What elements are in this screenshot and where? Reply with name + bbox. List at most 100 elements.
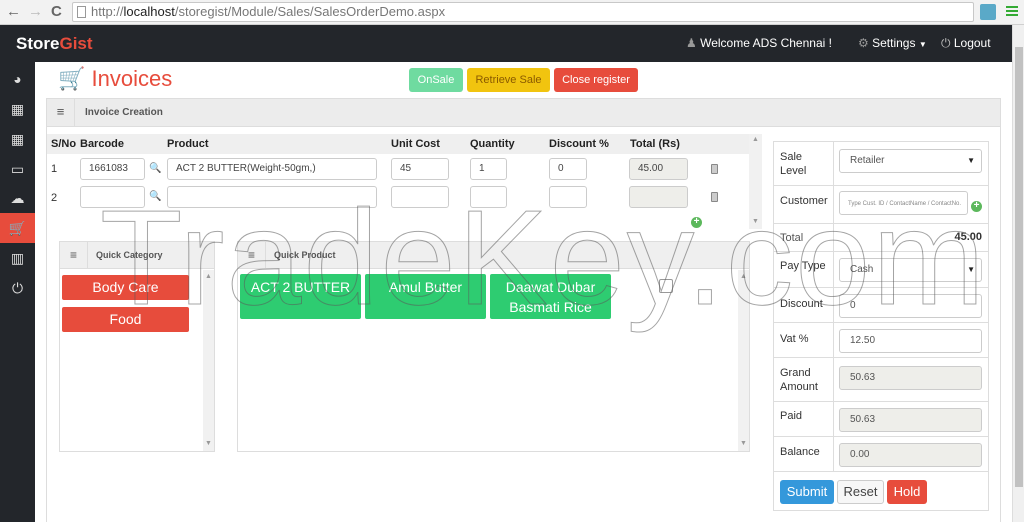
sidebar-item-download[interactable]: ☁	[0, 183, 35, 213]
barcode-input[interactable]	[80, 186, 145, 208]
sale-level-label: Sale Level	[780, 151, 807, 177]
logout-link[interactable]: ⏻ Logout	[941, 36, 991, 51]
total-field: 45.00	[629, 158, 688, 180]
total-label: Total	[780, 232, 804, 244]
product-button[interactable]: ACT 2 BUTTER	[240, 274, 361, 319]
page-scrollbar[interactable]	[1012, 25, 1024, 522]
page-title-text: Invoices	[91, 66, 173, 91]
scroll-down-icon[interactable]: ▼	[740, 440, 747, 447]
sidebar-item-grid-2[interactable]: ▦	[0, 124, 35, 154]
sidebar-item-grid-1[interactable]: ▦	[0, 94, 35, 124]
vat-input[interactable]: 12.50	[839, 329, 982, 353]
product-button[interactable]: Daawat Dubar Basmati Rice	[490, 274, 611, 319]
add-customer-icon[interactable]: +	[971, 201, 982, 212]
search-icon[interactable]: 🔍	[149, 163, 161, 174]
customer-input[interactable]: Type Cust. ID / ContactName / ContactNo.	[839, 191, 968, 215]
category-button[interactable]: Body Care	[62, 275, 189, 300]
scroll-up-icon[interactable]: ▲	[205, 273, 212, 280]
page-title: 🛒 Invoices	[58, 66, 172, 92]
scroll-up-icon[interactable]: ▲	[740, 273, 747, 280]
welcome-user[interactable]: ♟ Welcome ADS Chennai !	[686, 36, 832, 50]
settings-dropdown[interactable]: ⚙ Settings ▼	[858, 36, 927, 50]
onsale-button[interactable]: OnSale	[409, 68, 463, 92]
quick-product-header: ≡ Quick Product	[238, 242, 749, 269]
col-discount: Discount %	[549, 138, 609, 150]
col-sno: S/No	[51, 138, 77, 150]
discount-input[interactable]	[549, 186, 587, 208]
add-row-icon[interactable]: +	[691, 217, 702, 228]
sale-level-value: Retailer	[850, 155, 885, 166]
table-header: S/No Barcode Product Unit Cost Quantity …	[47, 134, 749, 154]
grid-icon: ▦	[10, 131, 25, 147]
scrollbar-thumb[interactable]	[1015, 47, 1023, 487]
balance-field: 0.00	[839, 443, 982, 467]
product-scrollbar[interactable]: ▲ ▼	[738, 270, 749, 451]
caret-down-icon: ▼	[967, 265, 975, 274]
back-icon[interactable]: ←	[6, 3, 21, 21]
paid-row: Paid 50.63	[774, 402, 988, 437]
discount-input[interactable]: 0	[839, 294, 982, 318]
inbox-icon: ▭	[10, 161, 25, 177]
sidebar-item-dashboard[interactable]: ◕	[0, 64, 35, 94]
product-button[interactable]: Amul Butter	[365, 274, 486, 319]
grand-amount-field: 50.63	[839, 366, 982, 390]
sidebar-item-inbox[interactable]: ▭	[0, 154, 35, 184]
sidebar-item-reports[interactable]: ▥	[0, 243, 35, 273]
reload-icon[interactable]: C	[51, 3, 62, 21]
balance-row: Balance 0.00	[774, 437, 988, 472]
list-icon[interactable]: ≡	[60, 242, 88, 268]
customer-placeholder: Type Cust. ID / ContactName / ContactNo.	[848, 201, 962, 207]
caret-down-icon: ▼	[967, 156, 975, 165]
address-bar[interactable]: http://localhost/storegist/Module/Sales/…	[72, 2, 974, 22]
delete-row-icon[interactable]	[711, 164, 718, 174]
paid-label: Paid	[780, 410, 803, 422]
category-button[interactable]: Food	[62, 307, 189, 332]
discount-input[interactable]: 0	[549, 158, 587, 180]
invoice-table: S/No Barcode Product Unit Cost Quantity …	[47, 134, 762, 229]
settings-label: Settings	[872, 36, 916, 50]
url-prefix: http://	[91, 4, 124, 19]
grand-amount-label: Grand Amount	[780, 367, 818, 393]
unit-cost-input[interactable]	[391, 186, 449, 208]
sidebar-item-sales[interactable]: 🛒	[0, 213, 35, 243]
row-sno: 1	[51, 163, 58, 175]
hold-button[interactable]: Hold	[887, 480, 927, 504]
list-icon[interactable]: ≡	[47, 99, 75, 126]
pay-type-label: Pay Type	[780, 260, 826, 272]
unit-cost-input[interactable]: 45	[391, 158, 449, 180]
col-quantity: Quantity	[470, 138, 515, 150]
reset-button[interactable]: Reset	[837, 480, 884, 504]
product-input[interactable]	[167, 186, 377, 208]
table-scrollbar[interactable]: ▲ ▼	[749, 134, 762, 229]
category-scrollbar[interactable]: ▲ ▼	[203, 270, 214, 451]
col-unit-cost: Unit Cost	[391, 138, 440, 150]
quantity-input[interactable]	[470, 186, 507, 208]
quick-product-box: ≡ Quick Product ACT 2 BUTTER Amul Butter…	[237, 241, 750, 452]
sidebar-item-power[interactable]: ⏻	[0, 273, 35, 303]
extension-icon[interactable]	[980, 4, 996, 20]
scroll-down-icon[interactable]: ▼	[752, 218, 759, 225]
scroll-up-icon[interactable]: ▲	[752, 136, 759, 143]
browser-toolbar: ← → C http://localhost/storegist/Module/…	[0, 0, 1024, 25]
quantity-input[interactable]: 1	[470, 158, 507, 180]
sale-level-select[interactable]: Retailer ▼	[839, 149, 982, 173]
customer-label: Customer	[780, 195, 828, 207]
submit-button[interactable]: Submit	[780, 480, 834, 504]
retrieve-sale-button[interactable]: Retrieve Sale	[467, 68, 550, 92]
barcode-input[interactable]: 1661083	[80, 158, 145, 180]
brand-logo[interactable]: StoreGist	[16, 34, 93, 54]
search-icon[interactable]: 🔍	[149, 191, 161, 202]
close-register-button[interactable]: Close register	[554, 68, 638, 92]
quick-category-box: ≡ Quick Category Body Care Food ▲ ▼	[59, 241, 215, 452]
total-row: Total 45.00	[774, 224, 988, 252]
forward-icon[interactable]: →	[28, 3, 43, 21]
product-input[interactable]: ACT 2 BUTTER(Weight-50gm,)	[167, 158, 377, 180]
menu-icon[interactable]	[1006, 6, 1018, 8]
delete-row-icon[interactable]	[711, 192, 718, 202]
list-icon[interactable]: ≡	[238, 242, 266, 268]
sidebar: ◕ ▦ ▦ ▭ ☁ 🛒 ▥ ⏻	[0, 62, 35, 522]
scroll-down-icon[interactable]: ▼	[205, 440, 212, 447]
pay-type-select[interactable]: Cash ▼	[839, 258, 982, 282]
sale-level-row: Sale Level Retailer ▼	[774, 142, 988, 186]
product-checkbox[interactable]	[659, 279, 673, 293]
